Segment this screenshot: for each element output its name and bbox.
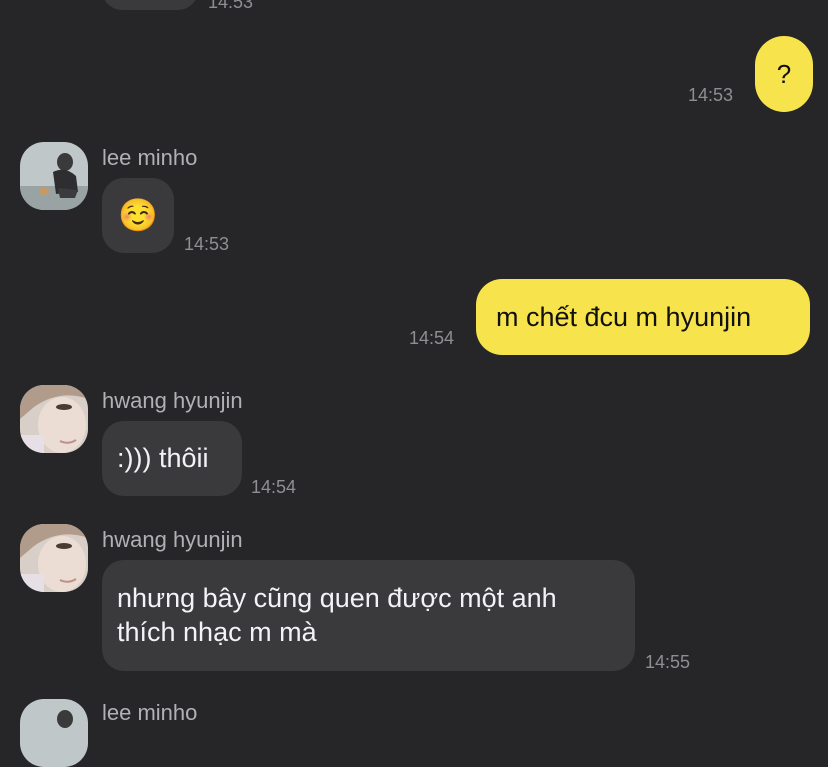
message-timestamp: 14:55: [645, 652, 691, 672]
message-text: m chết đcu m hyunjin: [496, 302, 752, 332]
avatar-photo-icon: [20, 699, 88, 767]
avatar-lee-minho[interactable]: [20, 142, 88, 210]
avatar-hwang-hyunjin[interactable]: [20, 524, 88, 592]
sender-name: hwang hyunjin: [102, 527, 243, 552]
avatar-hwang-hyunjin[interactable]: [20, 385, 88, 453]
message-bubble-incoming[interactable]: ☺️: [102, 178, 174, 253]
message-bubble-incoming[interactable]: nhưng bây cũng quen được một anh thích n…: [102, 560, 635, 671]
message-timestamp: 14:53: [208, 0, 254, 12]
sender-name: lee minho: [102, 145, 198, 170]
avatar-photo-icon: [20, 142, 88, 210]
message-bubble-outgoing[interactable]: m chết đcu m hyunjin: [476, 279, 810, 355]
sender-name: lee minho: [102, 700, 198, 725]
avatar-photo-icon: [20, 524, 88, 592]
message-emoji: ☺️: [118, 196, 158, 234]
sender-name: hwang hyunjin: [102, 388, 243, 413]
message-text: :))) thôii: [117, 443, 209, 473]
message-text: ?: [776, 59, 792, 89]
avatar-photo-icon: [20, 385, 88, 453]
message-bubble-incoming[interactable]: :))) thôii: [102, 421, 242, 496]
message-timestamp: 14:54: [251, 477, 297, 497]
message-bubble-outgoing[interactable]: ?: [755, 36, 813, 112]
avatar-lee-minho[interactable]: [20, 699, 88, 767]
message-bubble-incoming[interactable]: [102, 0, 198, 10]
message-timestamp: 14:54: [409, 328, 455, 348]
message-timestamp: 14:53: [184, 234, 230, 254]
message-text: nhưng bây cũng quen được một anh thích n…: [117, 583, 557, 647]
message-timestamp: 14:53: [688, 85, 734, 105]
